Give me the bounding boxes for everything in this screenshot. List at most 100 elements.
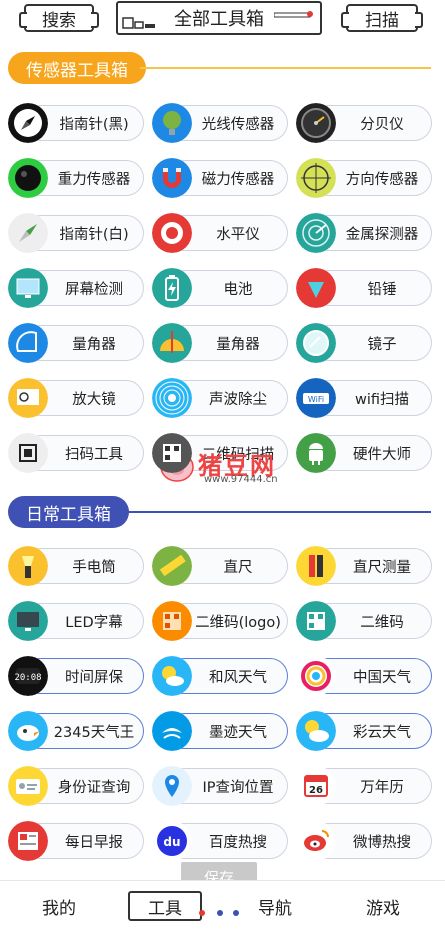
daily-section-title-text: 日常工具箱	[26, 504, 111, 525]
nav-tab-me-label: 我的	[42, 898, 76, 919]
search-button[interactable]: 搜索	[19, 4, 99, 32]
tool-item[interactable]: 2345天气王	[8, 711, 144, 751]
tool-item[interactable]: 二维码	[296, 601, 432, 641]
protractor-icon	[8, 323, 48, 363]
tool-item[interactable]: 指南针(白)	[8, 213, 144, 253]
tool-item[interactable]: 屏幕检测	[8, 268, 144, 308]
nav-dot-blue-1	[217, 910, 223, 916]
tool-item[interactable]: 铅锤	[296, 268, 432, 308]
bird-weather-icon	[8, 711, 48, 751]
tool-item[interactable]: 水平仪	[152, 213, 288, 253]
tool-item[interactable]: 直尺测量	[296, 546, 432, 586]
watermark-url: www.97444.cn	[204, 474, 278, 485]
android-icon	[296, 433, 336, 473]
china-weather-icon	[296, 656, 336, 696]
daily-section-title: 日常工具箱	[8, 496, 129, 528]
sensor-section-title-text: 传感器工具箱	[26, 60, 128, 81]
monitor-icon	[8, 268, 48, 308]
baidu-icon: du	[152, 821, 192, 861]
tool-item[interactable]: 指南针(黑)	[8, 103, 144, 143]
tool-item[interactable]: 百度热搜 du	[152, 821, 288, 861]
nav-tab-navigation-label: 导航	[258, 898, 292, 919]
magnet-icon	[152, 158, 192, 198]
daily-section-divider	[128, 511, 431, 513]
ruler-icon	[152, 546, 192, 586]
tool-item[interactable]: 万年历 26	[296, 766, 432, 806]
daily-section-header: 日常工具箱	[0, 496, 445, 528]
tool-item[interactable]: 微博热搜	[296, 821, 432, 861]
tool-item[interactable]: 直尺	[152, 546, 288, 586]
tool-item[interactable]: IP查询位置	[152, 766, 288, 806]
clock-icon: 20:08	[8, 656, 48, 696]
nav-tab-games[interactable]: 游戏	[348, 891, 418, 921]
weibo-icon	[296, 821, 336, 861]
qr-logo-icon	[152, 601, 192, 641]
gravity-sensor-icon	[8, 158, 48, 198]
page-title-box: 全部工具箱	[116, 1, 322, 35]
tool-item[interactable]: 分贝仪	[296, 103, 432, 143]
svg-text:WiFi: WiFi	[308, 395, 324, 404]
sensor-section-header: 传感器工具箱	[0, 52, 445, 84]
compass-black-icon	[8, 103, 48, 143]
wifi-icon: WiFi	[296, 378, 336, 418]
tool-item[interactable]: 放大镜	[8, 378, 144, 418]
scan-button[interactable]: 扫描	[341, 4, 423, 32]
tool-item[interactable]: 磁力传感器	[152, 158, 288, 198]
target-level-icon	[152, 213, 192, 253]
led-screen-icon	[8, 601, 48, 641]
nav-tab-me[interactable]: 我的	[24, 891, 94, 921]
tool-item[interactable]: 扫码工具	[8, 433, 144, 473]
mirror-icon	[296, 323, 336, 363]
tool-item[interactable]: 镜子	[296, 323, 432, 363]
tool-item[interactable]: 量角器	[8, 323, 144, 363]
caiyun-weather-icon	[296, 711, 336, 751]
nav-tab-tools[interactable]: 工具	[128, 891, 202, 921]
nav-dot-blue-2	[233, 910, 239, 916]
search-button-label: 搜索	[42, 10, 76, 31]
tool-item[interactable]: 二维码扫描	[152, 433, 288, 473]
page-title: 全部工具箱	[174, 9, 264, 30]
tool-item[interactable]: 手电筒	[8, 546, 144, 586]
battery-icon	[152, 268, 192, 308]
location-pin-icon	[152, 766, 192, 806]
tool-item[interactable]: 时间屏保 20:08	[8, 656, 144, 696]
tool-item[interactable]: 身份证查询	[8, 766, 144, 806]
top-bar: 搜索 全部工具箱 扫描	[0, 0, 445, 40]
light-sensor-icon	[152, 103, 192, 143]
weather-sun-icon	[152, 656, 192, 696]
tool-item[interactable]: 量角器	[152, 323, 288, 363]
sound-wave-icon	[152, 378, 192, 418]
qr-icon	[296, 601, 336, 641]
tool-item[interactable]: 彩云天气	[296, 711, 432, 751]
tool-item[interactable]: 重力传感器	[8, 158, 144, 198]
tool-item[interactable]: 光线传感器	[152, 103, 288, 143]
tool-item[interactable]: 每日早报	[8, 821, 144, 861]
tool-item[interactable]: 电池	[152, 268, 288, 308]
tool-item[interactable]: 和风天气	[152, 656, 288, 696]
sensor-section-title: 传感器工具箱	[8, 52, 146, 84]
tool-item[interactable]: 中国天气	[296, 656, 432, 696]
nav-dot-red	[199, 910, 205, 916]
tool-item[interactable]: 墨迹天气	[152, 711, 288, 751]
svg-text:26: 26	[309, 785, 323, 796]
qr-scan-icon	[8, 433, 48, 473]
sensor-section-divider	[140, 67, 431, 69]
svg-text:du: du	[163, 835, 180, 849]
tool-item[interactable]: 二维码(logo)	[152, 601, 288, 641]
tool-item[interactable]: wifi扫描 WiFi	[296, 378, 432, 418]
nav-tab-navigation[interactable]: 导航	[240, 891, 310, 921]
magnifier-icon	[8, 378, 48, 418]
id-card-icon	[8, 766, 48, 806]
tool-item[interactable]: LED字幕	[8, 601, 144, 641]
tool-item[interactable]: 声波除尘	[152, 378, 288, 418]
compass-white-icon	[8, 213, 48, 253]
moji-weather-icon	[152, 711, 192, 751]
tool-item[interactable]: 硬件大师	[296, 433, 432, 473]
newspaper-icon	[8, 821, 48, 861]
tool-item[interactable]: 方向传感器	[296, 158, 432, 198]
calendar-icon: 26	[296, 766, 336, 806]
nav-tab-games-label: 游戏	[366, 898, 400, 919]
svg-text:20:08: 20:08	[14, 673, 41, 683]
decibel-meter-icon	[296, 103, 336, 143]
tool-item[interactable]: 金属探测器	[296, 213, 432, 253]
